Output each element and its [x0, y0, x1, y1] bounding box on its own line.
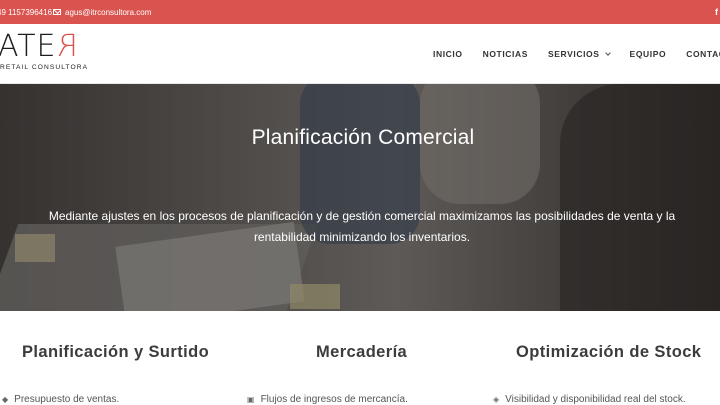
tag-icon: ◆	[2, 395, 9, 404]
nav-item-noticias[interactable]: NOTICIAS	[483, 49, 528, 59]
nav-item-contacto[interactable]: CONTACTO	[686, 49, 720, 59]
column-title-optimizacion: Optimización de Stock	[516, 343, 702, 361]
calendar-icon: ▣	[247, 395, 255, 404]
phone-number: 49 1157396416	[0, 7, 53, 17]
nav-item-equipo[interactable]: EQUIPO	[630, 49, 667, 59]
main-nav: INICIO NOTICIAS SERVICIOS EQUIPO CONTACT…	[433, 24, 720, 84]
list-item: ◈ Visibilidad y disponibilidad real del …	[493, 394, 686, 405]
logo-mark: ATER	[0, 29, 79, 64]
phone-contact[interactable]: 49 1157396416	[0, 0, 52, 24]
logo-subtitle: RETAIL CONSULTORA	[0, 64, 89, 71]
top-contact-bar: 49 1157396416 agus@itrconsultora.com f	[0, 0, 720, 24]
hero-overlay	[0, 84, 720, 311]
column-title-planificacion: Planificación y Surtido	[22, 343, 210, 361]
chevron-down-icon	[604, 50, 611, 56]
list-item: ▣ Flujos de ingresos de mercancía.	[247, 394, 408, 405]
services-columns: Planificación y Surtido Mercadería Optim…	[0, 311, 720, 405]
logo[interactable]: ATER RETAIL CONSULTORA	[0, 29, 90, 78]
nav-item-servicios[interactable]: SERVICIOS	[548, 49, 611, 59]
site-header: ATER RETAIL CONSULTORA INICIO NOTICIAS S…	[0, 24, 720, 84]
email-contact[interactable]: agus@itrconsultora.com	[53, 0, 151, 24]
hero-banner: Planificación Comercial Mediante ajustes…	[0, 84, 720, 311]
facebook-icon[interactable]: f	[715, 0, 718, 24]
nav-item-inicio[interactable]: INICIO	[433, 49, 463, 59]
mail-icon	[53, 9, 61, 15]
boxes-icon: ◈	[493, 395, 500, 404]
column-title-mercaderia: Mercadería	[316, 343, 408, 361]
list-item: ◆ Presupuesto de ventas.	[2, 394, 120, 405]
email-address: agus@itrconsultora.com	[65, 7, 152, 17]
hero-description: Mediante ajustes en los procesos de plan…	[48, 209, 676, 244]
page-title: Planificación Comercial	[251, 126, 475, 149]
